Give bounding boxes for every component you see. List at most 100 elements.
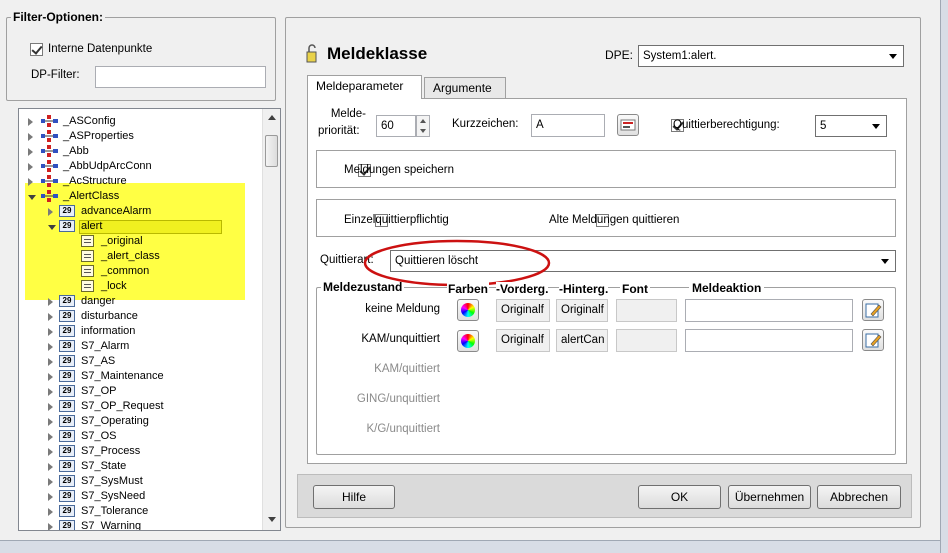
tab-meldeparameter[interactable]: Meldeparameter	[307, 75, 422, 99]
tree-item[interactable]: 29 S7_Alarm	[19, 339, 259, 354]
collapsed-arrow-icon[interactable]	[48, 403, 53, 411]
tree-item-label: S7_Maintenance	[81, 370, 164, 382]
tree-item-label: danger	[81, 295, 116, 307]
collapsed-arrow-icon[interactable]	[48, 343, 53, 351]
scroll-up-arrow-icon[interactable]	[268, 115, 276, 120]
prio-input[interactable]: 60	[376, 115, 416, 137]
tree-scrollbar[interactable]	[262, 109, 280, 530]
meldeaktion-input[interactable]	[685, 329, 853, 352]
collapsed-arrow-icon[interactable]	[48, 313, 53, 321]
hinterg-field: Originalf	[556, 299, 608, 322]
hilfe-button[interactable]: Hilfe	[313, 485, 395, 509]
leaf-icon	[81, 280, 94, 292]
dp-filter-input[interactable]	[95, 66, 266, 88]
tree-item[interactable]: 29 S7_Tolerance	[19, 504, 259, 519]
tree-item[interactable]: 29 information	[19, 324, 259, 339]
tree-item[interactable]: _common	[19, 264, 259, 279]
collapsed-arrow-icon[interactable]	[28, 148, 33, 156]
tree-item[interactable]: _Abb	[19, 144, 259, 159]
interne-datenpunkte-checkbox[interactable]	[30, 43, 43, 56]
collapsed-arrow-icon[interactable]	[28, 118, 33, 126]
tree-item[interactable]: 29 S7_Operating	[19, 414, 259, 429]
tree-item[interactable]: _AcStructure	[19, 174, 259, 189]
spin-up-icon[interactable]	[420, 119, 426, 123]
tree-item[interactable]: _alert_class	[19, 249, 259, 264]
tree-item[interactable]: _ASConfig	[19, 114, 259, 129]
collapsed-arrow-icon[interactable]	[48, 208, 53, 216]
abbrechen-button[interactable]: Abbrechen	[817, 485, 901, 509]
tree-item[interactable]: 29 alert	[19, 219, 259, 234]
num-29-icon: 29	[59, 295, 75, 307]
tree-item[interactable]: 29 S7_SysMust	[19, 474, 259, 489]
tree-item-label: S7_OP_Request	[81, 400, 164, 412]
collapsed-arrow-icon[interactable]	[48, 373, 53, 381]
tree-item[interactable]: _AbbUdpArcConn	[19, 159, 259, 174]
collapsed-arrow-icon[interactable]	[48, 508, 53, 516]
meldeaktion-input[interactable]	[685, 299, 853, 322]
collapsed-arrow-icon[interactable]	[48, 328, 53, 336]
text-edit-button[interactable]	[617, 114, 639, 136]
collapsed-arrow-icon[interactable]	[48, 463, 53, 471]
dpe-select[interactable]: System1:alert.	[638, 45, 904, 67]
num-29-icon: 29	[59, 370, 75, 382]
tree-item[interactable]: 29 S7_Process	[19, 444, 259, 459]
color-picker-button[interactable]	[457, 330, 479, 352]
tree-item-label: S7_Alarm	[81, 340, 130, 352]
collapsed-arrow-icon[interactable]	[48, 358, 53, 366]
quittierberechtigung-select[interactable]: 5	[815, 115, 887, 137]
tree-item[interactable]: 29 S7_Maintenance	[19, 369, 259, 384]
tree-item[interactable]: 29 S7_OS	[19, 429, 259, 444]
kurzzeichen-input[interactable]: A	[531, 114, 605, 137]
collapsed-arrow-icon[interactable]	[28, 163, 33, 171]
uebernehmen-button[interactable]: Übernehmen	[728, 485, 811, 509]
expanded-arrow-icon[interactable]	[48, 225, 56, 230]
chevron-down-icon	[889, 54, 897, 59]
leaf-icon	[81, 250, 94, 262]
collapsed-arrow-icon[interactable]	[28, 133, 33, 141]
edit-action-button[interactable]	[862, 329, 884, 351]
tab-argumente[interactable]: Argumente	[424, 77, 506, 99]
tree-item-label: _alert_class	[101, 250, 160, 262]
tree-item[interactable]: 29 S7_OP	[19, 384, 259, 399]
tree-item[interactable]: _AlertClass	[19, 189, 259, 204]
tree-item[interactable]: 29 advanceAlarm	[19, 204, 259, 219]
collapsed-arrow-icon[interactable]	[48, 388, 53, 396]
pencil-icon	[865, 333, 882, 348]
edit-action-button[interactable]	[862, 299, 884, 321]
tree-item-label: _AbbUdpArcConn	[63, 160, 152, 172]
tree-item[interactable]: 29 S7_Warning	[19, 519, 259, 531]
dp-tree[interactable]: _ASConfig _ASProperties _Abb _AbbUdpArcConn…	[18, 108, 281, 531]
spin-down-icon[interactable]	[420, 129, 426, 133]
collapsed-arrow-icon[interactable]	[48, 523, 53, 530]
ok-button[interactable]: OK	[638, 485, 721, 509]
zustand-label-kg-unquittiert: K/G/unquittiert	[366, 423, 440, 435]
collapsed-arrow-icon[interactable]	[48, 298, 53, 306]
num-29-icon: 29	[59, 430, 75, 442]
tree-item[interactable]: _lock	[19, 279, 259, 294]
collapsed-arrow-icon[interactable]	[48, 433, 53, 441]
color-picker-button[interactable]	[457, 299, 479, 321]
tree-item[interactable]: 29 disturbance	[19, 309, 259, 324]
tree-item-label: _original	[101, 235, 143, 247]
tree-item[interactable]: _original	[19, 234, 259, 249]
tree-item-label: _AcStructure	[63, 175, 127, 187]
collapsed-arrow-icon[interactable]	[48, 478, 53, 486]
tree-item[interactable]: 29 S7_OP_Request	[19, 399, 259, 414]
scroll-down-arrow-icon[interactable]	[268, 517, 276, 522]
tree-item-label: disturbance	[81, 310, 138, 322]
tree-item[interactable]: 29 S7_SysNeed	[19, 489, 259, 504]
tree-item[interactable]: 29 S7_State	[19, 459, 259, 474]
collapsed-arrow-icon[interactable]	[48, 448, 53, 456]
collapsed-arrow-icon[interactable]	[28, 178, 33, 186]
dp-struct-icon	[41, 160, 58, 172]
tree-item-label: S7_Warning	[81, 520, 142, 531]
scroll-thumb[interactable]	[265, 135, 278, 167]
collapsed-arrow-icon[interactable]	[48, 418, 53, 426]
tree-item[interactable]: 29 S7_AS	[19, 354, 259, 369]
tree-item[interactable]: 29 danger	[19, 294, 259, 309]
tree-item[interactable]: _ASProperties	[19, 129, 259, 144]
expanded-arrow-icon[interactable]	[28, 195, 36, 200]
collapsed-arrow-icon[interactable]	[48, 493, 53, 501]
prio-spinner[interactable]	[416, 115, 430, 137]
dpe-select-value: System1:alert.	[643, 50, 717, 62]
